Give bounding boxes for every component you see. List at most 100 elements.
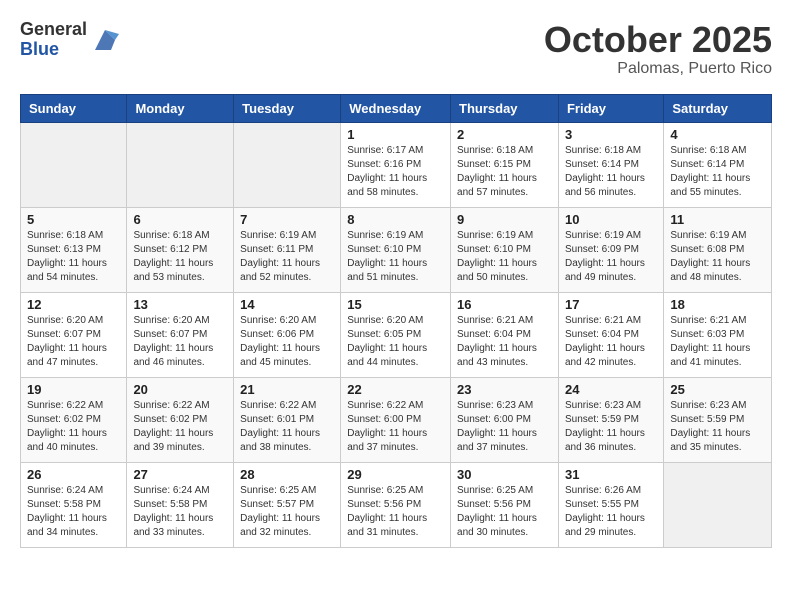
calendar-cell: 7 Sunrise: 6:19 AMSunset: 6:11 PMDaylight… xyxy=(234,207,341,292)
logo-blue-text: Blue xyxy=(20,40,87,60)
day-number: 29 xyxy=(347,467,444,482)
day-number: 27 xyxy=(133,467,227,482)
day-info: Sunrise: 6:22 AMSunset: 6:02 PMDaylight:… xyxy=(133,399,227,455)
day-info: Sunrise: 6:22 AMSunset: 6:01 PMDaylight:… xyxy=(240,399,334,455)
day-info: Sunrise: 6:19 AMSunset: 6:09 PMDaylight:… xyxy=(565,229,657,285)
day-info: Sunrise: 6:22 AMSunset: 6:00 PMDaylight:… xyxy=(347,399,444,455)
day-number: 9 xyxy=(457,212,552,227)
day-number: 30 xyxy=(457,467,552,482)
day-number: 31 xyxy=(565,467,657,482)
page-header: General Blue October 2025 Palomas, Puert… xyxy=(20,20,772,78)
day-number: 13 xyxy=(133,297,227,312)
calendar-cell: 23 Sunrise: 6:23 AMSunset: 6:00 PMDayligh… xyxy=(451,377,559,462)
day-info: Sunrise: 6:19 AMSunset: 6:10 PMDaylight:… xyxy=(347,229,444,285)
weekday-header-monday: Monday xyxy=(127,94,234,122)
weekday-header-wednesday: Wednesday xyxy=(341,94,451,122)
day-number: 12 xyxy=(27,297,120,312)
calendar-cell: 30 Sunrise: 6:25 AMSunset: 5:56 PMDayligh… xyxy=(451,462,559,547)
day-number: 28 xyxy=(240,467,334,482)
day-number: 11 xyxy=(670,212,765,227)
day-info: Sunrise: 6:25 AMSunset: 5:56 PMDaylight:… xyxy=(457,484,552,540)
week-row-4: 19Sunrise: 6:22 AMSunset: 6:02 PMDayligh… xyxy=(21,377,772,462)
day-info: Sunrise: 6:19 AMSunset: 6:08 PMDaylight:… xyxy=(670,229,765,285)
location-subtitle: Palomas, Puerto Rico xyxy=(544,60,772,78)
day-number: 23 xyxy=(457,382,552,397)
weekday-header-sunday: Sunday xyxy=(21,94,127,122)
calendar-cell: 18Sunrise: 6:21 AMSunset: 6:03 PMDayligh… xyxy=(664,292,772,377)
day-info: Sunrise: 6:18 AMSunset: 6:15 PMDaylight:… xyxy=(457,144,552,200)
week-row-1: 1Sunrise: 6:17 AMSunset: 6:16 PMDaylight… xyxy=(21,122,772,207)
calendar-cell: 28 Sunrise: 6:25 AMSunset: 5:57 PMDayligh… xyxy=(234,462,341,547)
week-row-3: 12 Sunrise: 6:20 AMSunset: 6:07 PMDayligh… xyxy=(21,292,772,377)
calendar-cell: 13 Sunrise: 6:20 AMSunset: 6:07 PMDayligh… xyxy=(127,292,234,377)
calendar-cell: 2 Sunrise: 6:18 AMSunset: 6:15 PMDaylight… xyxy=(451,122,559,207)
calendar-cell: 14 Sunrise: 6:20 AMSunset: 6:06 PMDayligh… xyxy=(234,292,341,377)
day-number: 17 xyxy=(565,297,657,312)
day-info: Sunrise: 6:19 AMSunset: 6:10 PMDaylight:… xyxy=(457,229,552,285)
calendar-cell: 24 Sunrise: 6:23 AMSunset: 5:59 PMDayligh… xyxy=(558,377,663,462)
calendar-cell xyxy=(664,462,772,547)
day-number: 5 xyxy=(27,212,120,227)
calendar-cell: 22Sunrise: 6:22 AMSunset: 6:00 PMDayligh… xyxy=(341,377,451,462)
day-info: Sunrise: 6:25 AMSunset: 5:56 PMDaylight:… xyxy=(347,484,444,540)
calendar-cell: 19Sunrise: 6:22 AMSunset: 6:02 PMDayligh… xyxy=(21,377,127,462)
day-number: 14 xyxy=(240,297,334,312)
day-info: Sunrise: 6:19 AMSunset: 6:11 PMDaylight:… xyxy=(240,229,334,285)
day-info: Sunrise: 6:24 AMSunset: 5:58 PMDaylight:… xyxy=(133,484,227,540)
weekday-header-row: SundayMondayTuesdayWednesdayThursdayFrid… xyxy=(21,94,772,122)
calendar-cell: 4Sunrise: 6:18 AMSunset: 6:14 PMDaylight… xyxy=(664,122,772,207)
day-info: Sunrise: 6:18 AMSunset: 6:13 PMDaylight:… xyxy=(27,229,120,285)
day-number: 6 xyxy=(133,212,227,227)
day-number: 16 xyxy=(457,297,552,312)
day-info: Sunrise: 6:21 AMSunset: 6:04 PMDaylight:… xyxy=(457,314,552,370)
calendar-cell: 1Sunrise: 6:17 AMSunset: 6:16 PMDaylight… xyxy=(341,122,451,207)
day-info: Sunrise: 6:25 AMSunset: 5:57 PMDaylight:… xyxy=(240,484,334,540)
day-number: 8 xyxy=(347,212,444,227)
day-number: 20 xyxy=(133,382,227,397)
day-info: Sunrise: 6:20 AMSunset: 6:05 PMDaylight:… xyxy=(347,314,444,370)
calendar-cell: 27 Sunrise: 6:24 AMSunset: 5:58 PMDayligh… xyxy=(127,462,234,547)
day-number: 24 xyxy=(565,382,657,397)
calendar-cell: 11 Sunrise: 6:19 AMSunset: 6:08 PMDayligh… xyxy=(664,207,772,292)
weekday-header-saturday: Saturday xyxy=(664,94,772,122)
day-info: Sunrise: 6:21 AMSunset: 6:04 PMDaylight:… xyxy=(565,314,657,370)
day-info: Sunrise: 6:22 AMSunset: 6:02 PMDaylight:… xyxy=(27,399,120,455)
weekday-header-friday: Friday xyxy=(558,94,663,122)
calendar-cell xyxy=(127,122,234,207)
day-info: Sunrise: 6:23 AMSunset: 5:59 PMDaylight:… xyxy=(565,399,657,455)
day-number: 18 xyxy=(670,297,765,312)
week-row-5: 26Sunrise: 6:24 AMSunset: 5:58 PMDayligh… xyxy=(21,462,772,547)
day-info: Sunrise: 6:20 AMSunset: 6:06 PMDaylight:… xyxy=(240,314,334,370)
calendar-cell: 3Sunrise: 6:18 AMSunset: 6:14 PMDaylight… xyxy=(558,122,663,207)
day-number: 10 xyxy=(565,212,657,227)
day-info: Sunrise: 6:18 AMSunset: 6:12 PMDaylight:… xyxy=(133,229,227,285)
weekday-header-tuesday: Tuesday xyxy=(234,94,341,122)
calendar-cell: 8 Sunrise: 6:19 AMSunset: 6:10 PMDaylight… xyxy=(341,207,451,292)
day-info: Sunrise: 6:23 AMSunset: 6:00 PMDaylight:… xyxy=(457,399,552,455)
day-info: Sunrise: 6:24 AMSunset: 5:58 PMDaylight:… xyxy=(27,484,120,540)
day-number: 7 xyxy=(240,212,334,227)
day-number: 2 xyxy=(457,127,552,142)
day-number: 15 xyxy=(347,297,444,312)
calendar-table: SundayMondayTuesdayWednesdayThursdayFrid… xyxy=(20,94,772,548)
calendar-cell: 31 Sunrise: 6:26 AMSunset: 5:55 PMDayligh… xyxy=(558,462,663,547)
day-info: Sunrise: 6:26 AMSunset: 5:55 PMDaylight:… xyxy=(565,484,657,540)
day-info: Sunrise: 6:20 AMSunset: 6:07 PMDaylight:… xyxy=(133,314,227,370)
calendar-cell: 20 Sunrise: 6:22 AMSunset: 6:02 PMDayligh… xyxy=(127,377,234,462)
calendar-cell: 5 Sunrise: 6:18 AMSunset: 6:13 PMDaylight… xyxy=(21,207,127,292)
week-row-2: 5 Sunrise: 6:18 AMSunset: 6:13 PMDaylight… xyxy=(21,207,772,292)
calendar-cell: 15 Sunrise: 6:20 AMSunset: 6:05 PMDayligh… xyxy=(341,292,451,377)
day-info: Sunrise: 6:23 AMSunset: 5:59 PMDaylight:… xyxy=(670,399,765,455)
calendar-cell: 21Sunrise: 6:22 AMSunset: 6:01 PMDayligh… xyxy=(234,377,341,462)
calendar-cell: 29 Sunrise: 6:25 AMSunset: 5:56 PMDayligh… xyxy=(341,462,451,547)
calendar-cell xyxy=(21,122,127,207)
day-info: Sunrise: 6:17 AMSunset: 6:16 PMDaylight:… xyxy=(347,144,444,200)
logo-icon xyxy=(91,26,119,54)
calendar-cell xyxy=(234,122,341,207)
calendar-cell: 16 Sunrise: 6:21 AMSunset: 6:04 PMDayligh… xyxy=(451,292,559,377)
day-info: Sunrise: 6:20 AMSunset: 6:07 PMDaylight:… xyxy=(27,314,120,370)
month-title: October 2025 xyxy=(544,20,772,60)
logo: General Blue xyxy=(20,20,119,60)
calendar-cell: 25Sunrise: 6:23 AMSunset: 5:59 PMDayligh… xyxy=(664,377,772,462)
calendar-cell: 6 Sunrise: 6:18 AMSunset: 6:12 PMDaylight… xyxy=(127,207,234,292)
